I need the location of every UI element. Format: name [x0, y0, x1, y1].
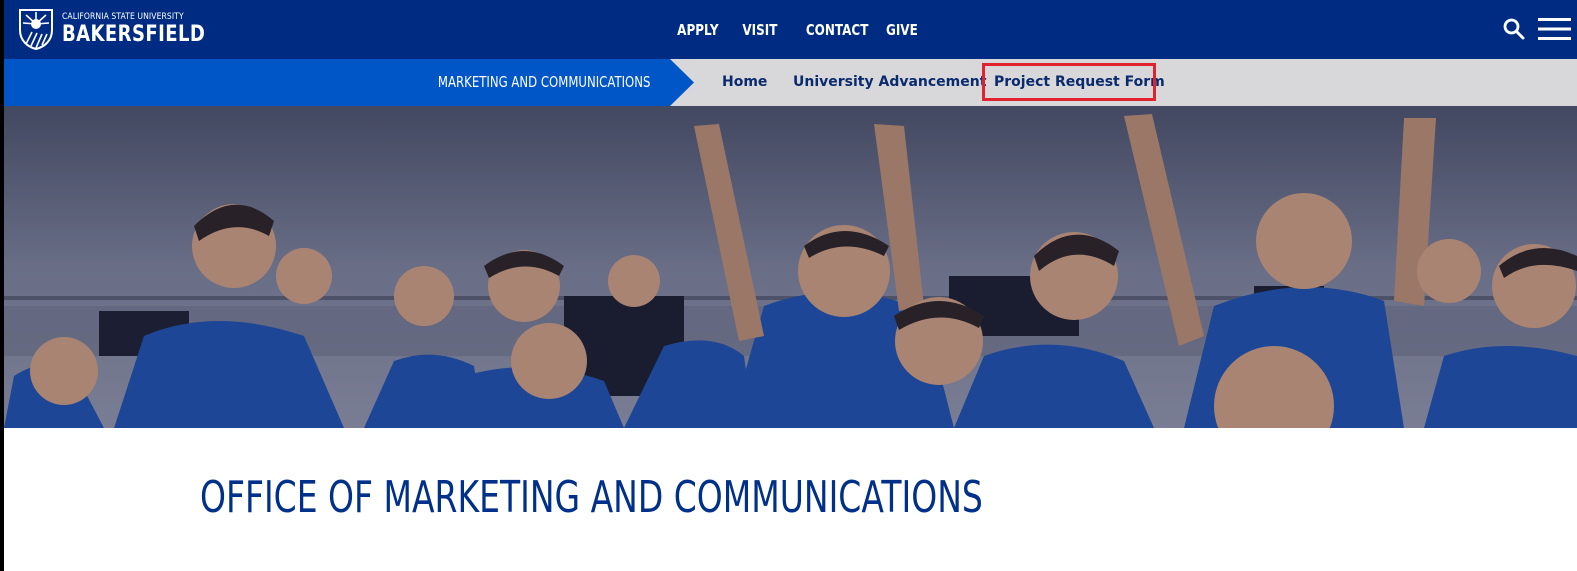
nav-visit-link[interactable]: VISIT [742, 21, 777, 39]
csub-sunburst-shield-icon [19, 9, 53, 50]
nav-contact-link[interactable]: CONTACT [806, 21, 869, 39]
page: CALIFORNIA STATE UNIVERSITY BAKERSFIELD … [4, 0, 1577, 571]
section-subnav: MARKETING AND COMMUNICATIONS Home Univer… [4, 59, 1577, 106]
subnav-project-request-form-link[interactable]: Project Request Form [994, 59, 1165, 106]
band-crowd-photo [4, 106, 1577, 428]
subnav-university-advancement-link[interactable]: University Advancement [793, 59, 986, 106]
section-title-banner[interactable]: MARKETING AND COMMUNICATIONS [4, 59, 694, 106]
subnav-home-link[interactable]: Home [722, 59, 767, 106]
logo-big-text: BAKERSFIELD [62, 21, 206, 47]
nav-give-link[interactable]: GIVE [886, 21, 918, 39]
university-logo-link[interactable]: CALIFORNIA STATE UNIVERSITY BAKERSFIELD [18, 6, 237, 52]
hero-banner-image [4, 106, 1577, 428]
search-button[interactable] [1502, 17, 1526, 41]
menu-button[interactable] [1537, 16, 1571, 42]
section-title: MARKETING AND COMMUNICATIONS [437, 73, 650, 91]
search-icon [1503, 18, 1525, 40]
logo-small-text: CALIFORNIA STATE UNIVERSITY [62, 11, 184, 22]
nav-apply-link[interactable]: APPLY [677, 21, 718, 39]
page-title: OFFICE OF MARKETING AND COMMUNICATIONS [200, 472, 983, 523]
hamburger-menu-icon [1538, 18, 1571, 40]
site-header: CALIFORNIA STATE UNIVERSITY BAKERSFIELD … [4, 0, 1577, 59]
